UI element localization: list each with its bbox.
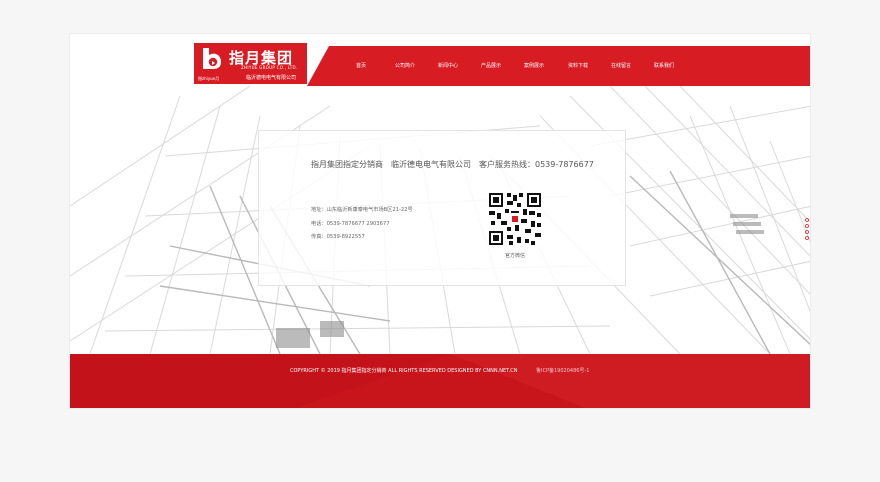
- nav-message[interactable]: 在线留言: [611, 62, 631, 69]
- website-frame: 指月集团 ZHIYUE GROUP CO., LTD. 临沂德电电气有限公司 指…: [69, 33, 811, 409]
- qr-code-icon: [487, 191, 543, 247]
- contact-headline: 指月集团指定分销商 临沂德电电气有限公司 客户服务热线：0539-7876677: [311, 160, 594, 169]
- footer-icp[interactable]: 鲁ICP备19020486号-1: [536, 367, 589, 374]
- brand-small-tag: 指zhiyue月: [198, 76, 220, 81]
- nav-downloads[interactable]: 资料下载: [568, 62, 588, 69]
- nav-contact[interactable]: 联系我们: [654, 62, 674, 69]
- footer-copyright: COPYRIGHT © 2019 指月集团指定分销商 ALL RIGHTS RE…: [290, 368, 518, 374]
- footer-triangles: [70, 354, 810, 408]
- site-footer: COPYRIGHT © 2019 指月集团指定分销商 ALL RIGHTS RE…: [70, 354, 810, 408]
- nav-slant: [307, 46, 329, 86]
- b-letter-logo-icon: [203, 48, 221, 69]
- main-nav: 首页 公司简介 新闻中心 产品展示 案例展示 资料下载 在线留言 联系我们: [307, 46, 810, 86]
- nav-products[interactable]: 产品展示: [481, 62, 501, 69]
- nav-news[interactable]: 新闻中心: [438, 62, 458, 69]
- side-dot-indicators[interactable]: [804, 218, 810, 242]
- qr-label: 官方微信: [504, 253, 525, 259]
- logo-block[interactable]: 指月集团 ZHIYUE GROUP CO., LTD. 临沂德电电气有限公司 指…: [194, 43, 307, 84]
- nav-home[interactable]: 首页: [356, 62, 366, 69]
- fax-line: 传真：0539-8922557: [311, 234, 365, 240]
- nav-cases[interactable]: 案例展示: [524, 62, 544, 69]
- nav-about[interactable]: 公司简介: [395, 62, 415, 69]
- phone-line: 电话：0539-7876677 2903677: [311, 221, 390, 227]
- site-header: 指月集团 ZHIYUE GROUP CO., LTD. 临沂德电电气有限公司 指…: [70, 34, 810, 86]
- address-line: 地址：山东临沂新康泰电气市场B区21-22号: [311, 207, 413, 213]
- brand-company: 临沂德电电气有限公司: [246, 75, 297, 81]
- contact-card: 指月集团指定分销商 临沂德电电气有限公司 客户服务热线：0539-7876677…: [258, 130, 626, 286]
- brand-english: ZHIYUE GROUP CO., LTD.: [241, 65, 298, 70]
